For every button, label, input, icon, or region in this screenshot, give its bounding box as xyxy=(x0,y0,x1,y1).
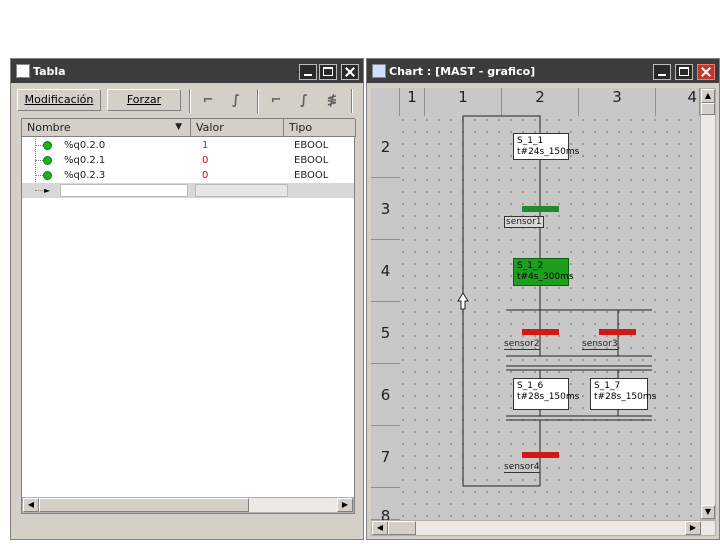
animation-table: Nombre ▼ Valor Tipo %q0.2.0 1 EBOOL %q0.… xyxy=(21,118,356,514)
scroll-left-icon[interactable]: ◀ xyxy=(23,498,39,512)
transition-label: sensor4 xyxy=(504,462,540,473)
grid-corner xyxy=(371,88,400,116)
grid-row-header: 5 xyxy=(371,302,400,364)
force-falling-icon[interactable]: ∫ xyxy=(295,92,313,110)
new-entry-row[interactable]: ► xyxy=(22,183,354,198)
step-time: t#4s_300ms xyxy=(517,272,574,282)
transition-bar-false[interactable] xyxy=(522,329,559,335)
forzar-button[interactable]: Forzar xyxy=(107,89,181,111)
step-time: t#24s_150ms xyxy=(517,147,580,157)
sfc-step[interactable]: S_1_7 t#28s_150ms xyxy=(590,378,657,410)
grid-column-header: 2 xyxy=(502,88,579,116)
vertical-scrollbar[interactable]: ▲ ▼ xyxy=(700,88,716,520)
scroll-right-icon[interactable]: ▶ xyxy=(685,521,701,535)
step-name: S_1_1 xyxy=(517,136,544,146)
grid-row-header: 3 xyxy=(371,178,400,240)
scroll-thumb[interactable] xyxy=(39,498,249,512)
grid-row-header: 6 xyxy=(371,364,400,426)
step-name: S_1_2 xyxy=(517,261,544,271)
column-header-nombre[interactable]: Nombre ▼ xyxy=(22,119,191,137)
tabla-titlebar[interactable]: Tabla xyxy=(11,59,363,83)
toolbar-separator xyxy=(189,89,191,113)
falling-edge-icon[interactable]: ∫ xyxy=(227,92,245,110)
grid-row-header: 7 xyxy=(371,426,400,488)
maximize-button[interactable] xyxy=(675,64,693,80)
step-time: t#28s_150ms xyxy=(594,392,657,402)
scroll-down-icon[interactable]: ▼ xyxy=(701,505,715,519)
transition-label: sensor3 xyxy=(582,339,618,350)
table-row[interactable]: %q0.2.1 0 EBOOL xyxy=(22,153,354,168)
scroll-thumb[interactable] xyxy=(388,521,416,535)
grid-column-header: 1 xyxy=(400,88,425,116)
step-name: S_1_7 xyxy=(594,381,621,391)
row-pointer-icon: ► xyxy=(44,186,51,195)
step-name: S_1_6 xyxy=(517,381,544,391)
new-entry-name-field[interactable] xyxy=(60,184,188,197)
transition-label: sensor1 xyxy=(504,216,544,228)
variable-name: %q0.2.0 xyxy=(64,140,106,151)
sfc-chart-icon xyxy=(372,64,386,78)
sfc-step[interactable]: S_1_6 t#28s_150ms xyxy=(513,378,580,410)
tree-branch xyxy=(35,190,43,191)
table-row[interactable]: %q0.2.3 0 EBOOL xyxy=(22,168,354,183)
chart-titlebar[interactable]: Chart : [MAST - grafico] xyxy=(367,59,719,83)
variable-type: EBOOL xyxy=(294,170,329,181)
grid-row-header: 4 xyxy=(371,240,400,302)
grid-column-header: 3 xyxy=(579,88,656,116)
variable-name: %q0.2.3 xyxy=(64,170,106,181)
horizontal-scrollbar[interactable]: ◀ ▶ xyxy=(371,520,716,536)
sfc-step-active[interactable]: S_1_2 t#4s_300ms xyxy=(513,258,574,286)
column-header-tipo[interactable]: Tipo xyxy=(284,119,356,137)
sfc-step[interactable]: S_1_1 t#24s_150ms xyxy=(513,133,580,160)
transition-bar-true[interactable] xyxy=(522,206,559,212)
toolbar-separator xyxy=(351,89,353,113)
transition-label: sensor2 xyxy=(504,339,540,350)
grid-row-header: 8 xyxy=(371,488,400,525)
scroll-thumb[interactable] xyxy=(701,103,715,115)
minimize-button[interactable] xyxy=(653,64,671,80)
force-rising-icon[interactable]: ⌐ xyxy=(267,92,285,110)
table-icon xyxy=(16,64,30,78)
maximize-button[interactable] xyxy=(319,64,337,80)
status-led-icon xyxy=(43,141,52,150)
column-header-valor[interactable]: Valor xyxy=(191,119,284,137)
variable-type: EBOOL xyxy=(294,140,329,151)
variable-value[interactable]: 0 xyxy=(202,153,208,168)
variable-type: EBOOL xyxy=(294,155,329,166)
scroll-up-icon[interactable]: ▲ xyxy=(701,89,715,103)
variable-value[interactable]: 0 xyxy=(202,168,208,183)
step-time: t#28s_150ms xyxy=(517,392,580,402)
scroll-right-icon[interactable]: ▶ xyxy=(337,498,353,512)
tabla-title: Tabla xyxy=(33,65,66,78)
status-led-icon xyxy=(43,156,52,165)
sort-down-icon[interactable]: ▼ xyxy=(175,119,182,136)
horizontal-scrollbar[interactable]: ◀ ▶ xyxy=(22,497,354,513)
grid-column-header: 1 xyxy=(425,88,502,116)
variable-value[interactable]: 1 xyxy=(202,138,208,153)
status-led-icon xyxy=(43,171,52,180)
grid-row-header: 2 xyxy=(371,116,400,178)
tree-branch xyxy=(35,160,43,161)
grid-column-header: 4 xyxy=(656,88,700,116)
new-entry-value-field[interactable] xyxy=(195,184,288,197)
rising-edge-icon[interactable]: ⌐ xyxy=(199,92,217,110)
close-button[interactable] xyxy=(341,64,359,80)
close-button[interactable] xyxy=(697,64,715,80)
variable-name: %q0.2.1 xyxy=(64,155,106,166)
transition-bar-false[interactable] xyxy=(522,452,559,458)
minimize-button[interactable] xyxy=(299,64,317,80)
table-row[interactable]: %q0.2.0 1 EBOOL xyxy=(22,138,354,153)
tabla-toolbar: Modificación Forzar ⌐ ∫ ⌐ ∫ ≸ xyxy=(13,85,361,117)
tree-branch xyxy=(35,145,43,146)
modificacion-button[interactable]: Modificación xyxy=(17,89,101,111)
transition-bar-false[interactable] xyxy=(599,329,636,335)
chart-title: Chart : [MAST - grafico] xyxy=(389,65,536,78)
tabla-window: Tabla Modificación Forzar ⌐ ∫ ⌐ ∫ ≸ Nomb… xyxy=(10,58,364,540)
unforce-icon[interactable]: ≸ xyxy=(323,92,341,110)
tree-branch xyxy=(35,175,43,176)
scroll-left-icon[interactable]: ◀ xyxy=(372,521,388,535)
toolbar-separator xyxy=(257,89,259,113)
